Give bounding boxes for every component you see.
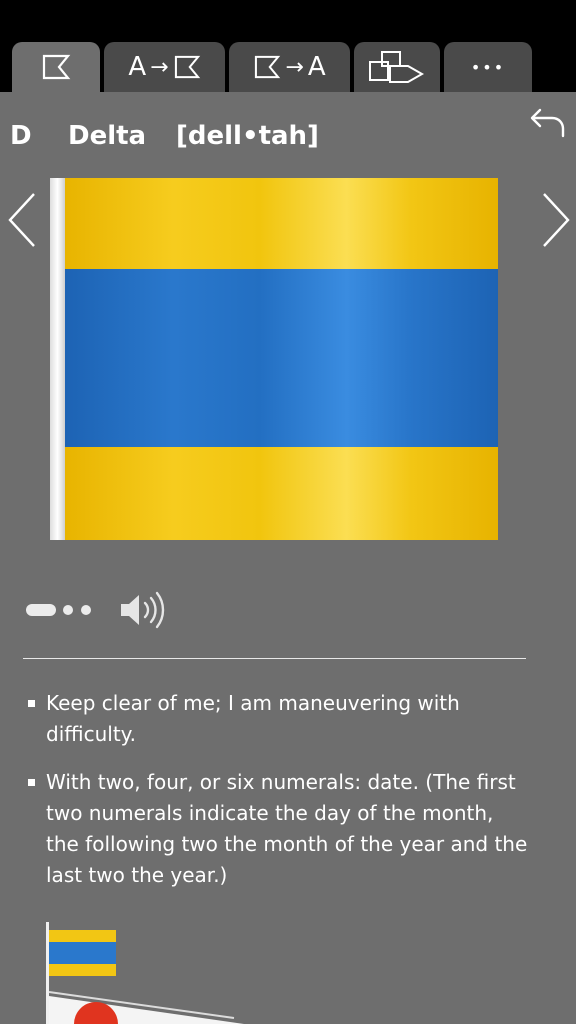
flag-to-letter-icon — [255, 55, 281, 79]
tab-letter-a: A — [307, 52, 326, 82]
flag-outline-icon — [42, 54, 71, 80]
flag-letter: D — [10, 121, 32, 151]
flag-word: Delta — [68, 121, 147, 151]
bullet-icon — [28, 779, 35, 786]
more-icon: ••• — [470, 57, 506, 77]
tab-flag[interactable] — [12, 42, 100, 92]
bullet-icon — [28, 700, 35, 707]
tab-flag-to-letter[interactable]: → A — [229, 42, 350, 92]
list-item: With two, four, or six numerals: date. (… — [28, 767, 528, 891]
page-dot-active — [26, 604, 56, 616]
tab-letter-a: A — [128, 52, 147, 82]
flag-stripe-top — [65, 178, 498, 269]
list-item: Keep clear of me; I am maneuvering with … — [28, 688, 528, 750]
meaning-text: Keep clear of me; I am maneuvering with … — [46, 691, 460, 746]
tab-letter-to-flag[interactable]: A → — [104, 42, 225, 92]
chevron-right-icon[interactable] — [538, 192, 574, 248]
flag-combination-illustration — [46, 922, 244, 1024]
tab-more[interactable]: ••• — [444, 42, 532, 92]
arrow-right-icon: → — [285, 54, 304, 80]
flag-pronunciation: [dell•tah] — [176, 121, 319, 151]
flag-stripe-middle — [65, 269, 498, 447]
page-dot — [63, 605, 73, 615]
page-dot — [81, 605, 91, 615]
flag-stripe-bottom — [65, 447, 498, 540]
flag-pole — [50, 178, 65, 540]
letter-to-flag-icon — [174, 55, 200, 79]
undo-icon[interactable] — [528, 104, 568, 144]
meaning-list: Keep clear of me; I am maneuvering with … — [28, 688, 528, 908]
media-controls — [26, 588, 169, 632]
arrow-right-icon: → — [150, 54, 169, 80]
delta-flag-image — [50, 178, 498, 540]
page-indicator[interactable] — [26, 604, 91, 616]
section-divider — [23, 658, 526, 659]
meaning-text: With two, four, or six numerals: date. (… — [46, 770, 528, 887]
flag-combination-icon — [369, 51, 425, 83]
speaker-icon[interactable] — [119, 588, 169, 632]
flag-header: D Delta [dell•tah] — [10, 118, 319, 154]
chevron-left-icon[interactable] — [4, 192, 40, 248]
tab-combination[interactable] — [354, 42, 440, 92]
